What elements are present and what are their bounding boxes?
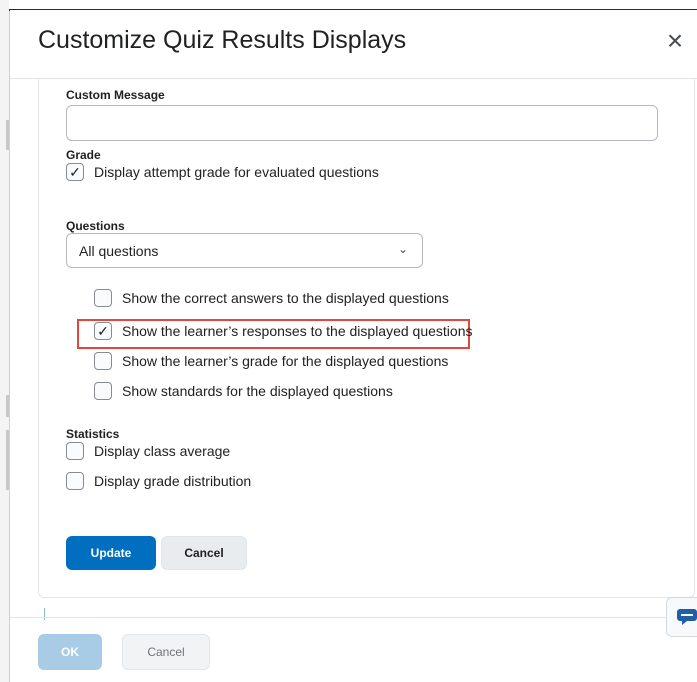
checkbox-checked-icon[interactable]: ✓ (94, 322, 112, 340)
question-option-label: Show standards for the displayed questio… (122, 383, 393, 399)
statistics-option-row[interactable]: Display class average (66, 442, 230, 460)
question-option-row[interactable]: Show standards for the displayed questio… (94, 382, 393, 400)
checkbox-icon[interactable] (94, 289, 112, 307)
checkbox-icon[interactable] (66, 472, 84, 490)
footer-divider (10, 617, 697, 618)
custom-message-input[interactable] (66, 105, 658, 141)
update-button[interactable]: Update (66, 536, 156, 570)
dialog-body: Custom Message Grade ✓ Display attempt g… (38, 78, 695, 598)
quiz-results-dialog: Customize Quiz Results Displays × Custom… (10, 10, 697, 682)
questions-select[interactable]: All questions ⌄ (66, 233, 423, 268)
question-option-label: Show the correct answers to the displaye… (122, 290, 449, 306)
background-edge (0, 0, 10, 682)
question-option-row[interactable]: ✓ Show the learner’s responses to the di… (94, 322, 472, 340)
chat-icon[interactable] (666, 597, 697, 637)
question-option-label: Show the learner’s responses to the disp… (122, 323, 473, 339)
statistics-option-row[interactable]: Display grade distribution (66, 472, 251, 490)
dialog-title: Customize Quiz Results Displays (38, 26, 407, 54)
chevron-down-icon: ⌄ (397, 242, 408, 256)
close-icon[interactable]: × (660, 24, 690, 58)
checkbox-icon[interactable] (66, 442, 84, 460)
statistics-label: Statistics (66, 427, 120, 441)
questions-selected-value: All questions (79, 242, 159, 259)
checkbox-icon[interactable] (94, 382, 112, 400)
questions-label: Questions (66, 219, 125, 233)
grade-option-label: Display attempt grade for evaluated ques… (94, 164, 379, 180)
statistics-option-label: Display grade distribution (94, 473, 252, 489)
question-option-label: Show the learner’s grade for the display… (122, 353, 449, 369)
custom-message-label: Custom Message (66, 88, 165, 102)
question-option-row[interactable]: Show the correct answers to the displaye… (94, 289, 449, 307)
footer-cancel-button[interactable]: Cancel (122, 634, 210, 670)
question-option-row[interactable]: Show the learner’s grade for the display… (94, 352, 448, 370)
checkbox-icon[interactable] (94, 352, 112, 370)
cancel-button[interactable]: Cancel (161, 536, 247, 570)
grade-option-row[interactable]: ✓ Display attempt grade for evaluated qu… (66, 163, 379, 181)
checkbox-checked-icon[interactable]: ✓ (66, 163, 84, 181)
grade-label: Grade (66, 148, 101, 162)
additional-views-link[interactable] (44, 608, 51, 620)
ok-button[interactable]: OK (38, 634, 102, 670)
statistics-option-label: Display class average (94, 443, 231, 459)
